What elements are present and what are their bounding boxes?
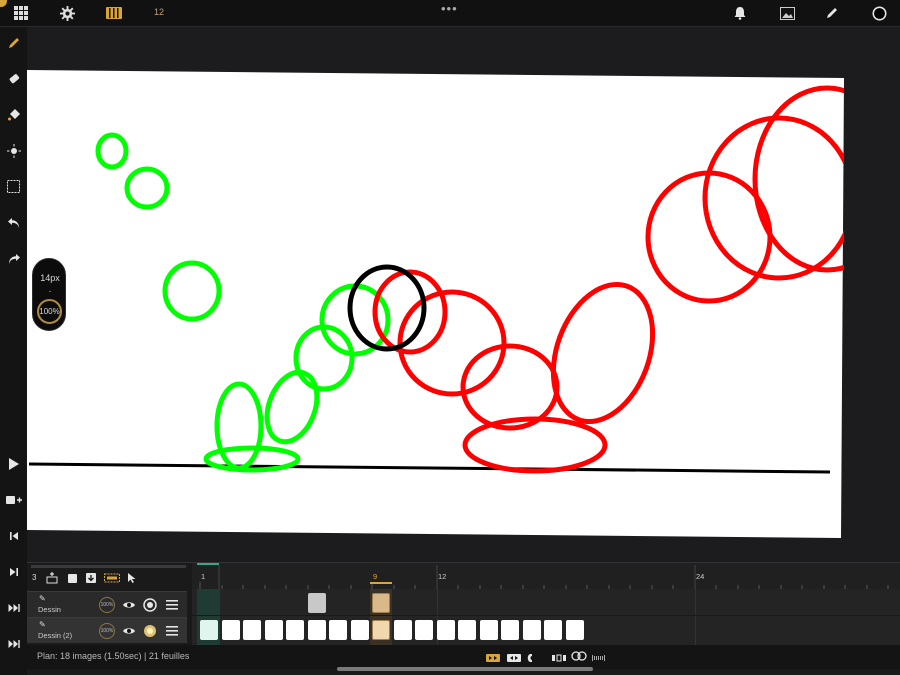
frame-select-icon[interactable] [104, 571, 120, 583]
brush-settings-pill[interactable]: 14px - 100% [32, 258, 66, 331]
home-indicator [337, 667, 593, 671]
timeline-panel: 3 ✎ Dessin 100% ✎ Dessin (2) 100% 1 9 12… [27, 562, 900, 675]
frame-cell[interactable] [200, 620, 218, 640]
drawing-canvas-area[interactable] [27, 27, 900, 562]
frame-cell[interactable] [437, 620, 455, 640]
onion-skin-icon[interactable] [142, 597, 158, 613]
frame-cell[interactable] [501, 620, 519, 640]
brush-opacity-value[interactable]: 100% [37, 299, 62, 324]
frames-view-icon[interactable] [552, 650, 568, 662]
status-bar: Plan: 18 images (1.50sec) | 21 feuilles [27, 645, 900, 669]
brush-separator: - [48, 286, 52, 296]
image-icon[interactable] [777, 4, 797, 22]
layer-opacity[interactable]: 100% [99, 623, 115, 639]
add-frame-icon[interactable] [4, 490, 23, 509]
frame-cell[interactable] [286, 620, 304, 640]
duplicate-layer-icon[interactable] [66, 571, 78, 583]
frame-cell[interactable] [523, 620, 541, 640]
frame-cell-current[interactable] [372, 620, 390, 640]
pencil-icon: ✎ [39, 594, 46, 603]
ruler-label-current: 9 [373, 572, 378, 581]
fast-forward-icon[interactable] [4, 634, 23, 653]
frame-cell[interactable] [394, 620, 412, 640]
undo-icon[interactable] [4, 213, 23, 232]
play-icon[interactable] [4, 454, 23, 473]
left-toolbar [0, 27, 27, 675]
prev-frame-icon[interactable] [4, 526, 23, 545]
onion-skin-icon[interactable] [142, 623, 158, 639]
frame-cell[interactable] [544, 620, 562, 640]
animation-app: 12 ••• 14px - 100% 3 ✎ Dessin 100% ✎ Des… [0, 0, 900, 675]
avatar[interactable] [0, 0, 7, 7]
frame-cell[interactable] [308, 593, 326, 613]
pencil-icon: ✎ [39, 620, 46, 629]
timeline-zoom-icon[interactable] [592, 650, 606, 661]
frame-cell[interactable] [308, 620, 326, 640]
next-frame-icon[interactable] [4, 562, 23, 581]
layer-panel: 3 ✎ Dessin 100% ✎ Dessin (2) 100% [27, 563, 187, 643]
loop-icon[interactable] [486, 650, 500, 662]
fill-bucket-icon[interactable] [4, 105, 23, 124]
ruler-label: 1 [201, 572, 206, 581]
timeline-ruler[interactable]: 1 9 12 24 [192, 563, 900, 589]
frame-cell[interactable] [243, 620, 261, 640]
frame-cell[interactable] [222, 620, 240, 640]
ruler-label: 24 [696, 572, 705, 581]
lasso-icon[interactable] [4, 141, 23, 160]
top-toolbar: 12 ••• [0, 0, 900, 27]
frame-cell[interactable] [329, 620, 347, 640]
brush-size-value: 14px [40, 273, 60, 283]
grid-icon[interactable] [11, 4, 31, 22]
onion-settings-icon[interactable] [571, 649, 587, 661]
color-circle-icon[interactable] [869, 4, 889, 22]
ping-pong-icon[interactable] [507, 650, 521, 662]
pen-icon[interactable] [822, 4, 842, 22]
frame-cell[interactable] [415, 620, 433, 640]
frame-cell-selected[interactable] [372, 593, 390, 613]
layer-row[interactable]: ✎ Dessin (2) 100% [27, 617, 187, 643]
ruler-label: 12 [438, 572, 447, 581]
film-icon[interactable] [104, 4, 124, 22]
frame-cell[interactable] [480, 620, 498, 640]
add-layer-icon[interactable] [46, 571, 58, 584]
selection-icon[interactable] [4, 177, 23, 196]
more-options-icon[interactable]: ••• [441, 1, 458, 16]
timeline-tracks[interactable] [192, 589, 900, 645]
drawing-canvas[interactable] [27, 27, 900, 562]
frame-cell[interactable] [458, 620, 476, 640]
layer-name: Dessin (2) [38, 631, 73, 640]
eye-icon[interactable] [121, 623, 137, 639]
frame-cell[interactable] [265, 620, 283, 640]
plan-status-text: Plan: 18 images (1.50sec) | 21 feuilles [37, 651, 190, 661]
bell-icon[interactable] [730, 4, 750, 22]
eraser-icon[interactable] [4, 69, 23, 88]
import-icon[interactable] [85, 571, 97, 583]
frame-cell[interactable] [566, 620, 584, 640]
layer-row[interactable]: ✎ Dessin 100% [27, 591, 187, 617]
redo-icon[interactable] [4, 249, 23, 268]
magnet-icon[interactable] [527, 650, 539, 662]
cursor-icon[interactable] [127, 571, 137, 583]
layer-name: Dessin [38, 605, 61, 614]
layer-opacity[interactable]: 100% [99, 597, 115, 613]
layer-count: 3 [32, 573, 37, 582]
frame-count: 12 [154, 7, 165, 17]
menu-icon[interactable] [164, 623, 180, 639]
menu-icon[interactable] [164, 597, 180, 613]
frame-cell[interactable] [351, 620, 369, 640]
pencil-icon[interactable] [4, 33, 23, 52]
eye-icon[interactable] [121, 597, 137, 613]
gear-icon[interactable] [57, 4, 77, 22]
last-frame-icon[interactable] [4, 598, 23, 617]
